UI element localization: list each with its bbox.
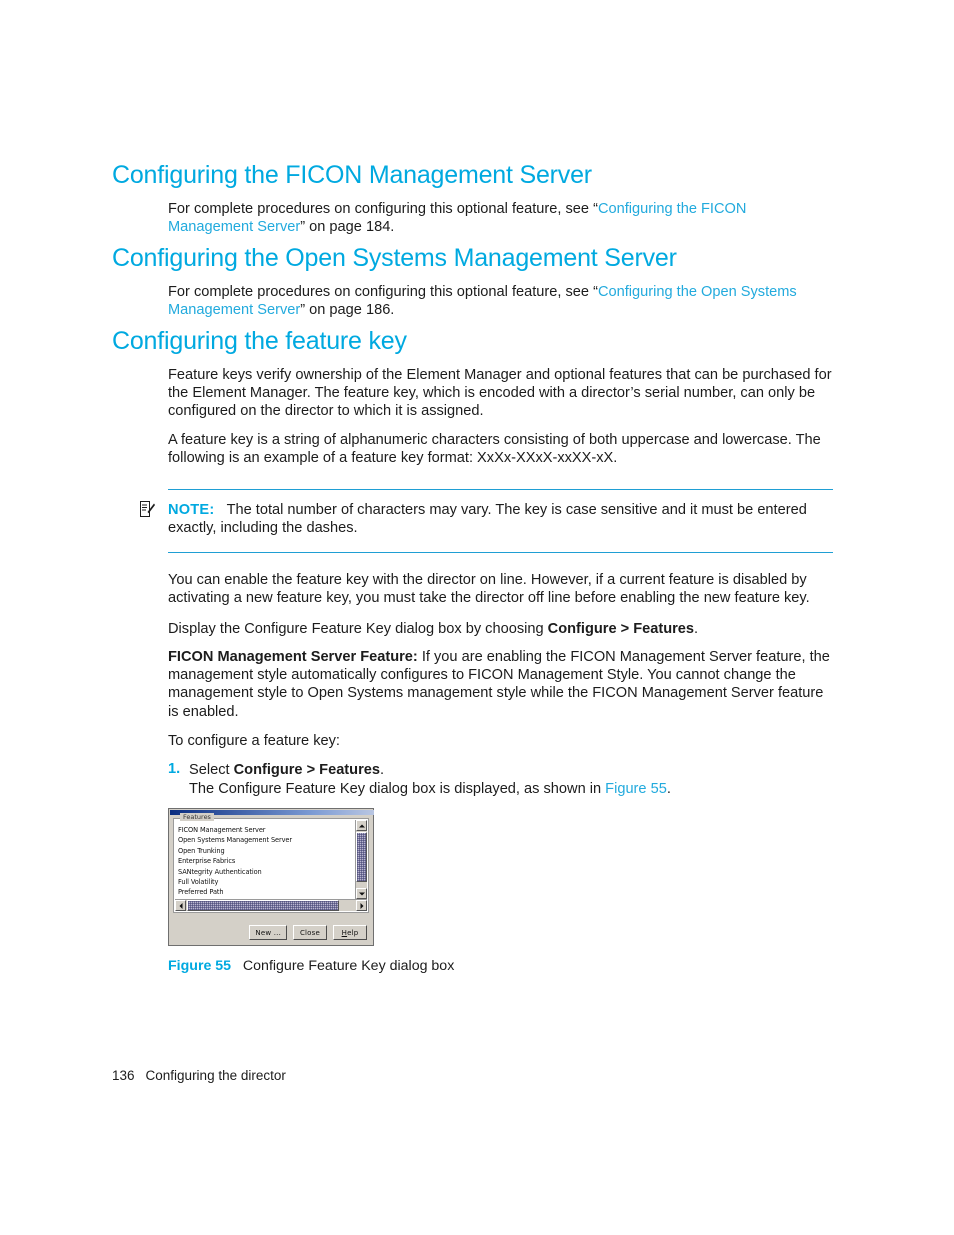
list-item[interactable]: FICON Management Server xyxy=(175,825,354,835)
step-1-menu-path: Configure > Features xyxy=(233,762,380,778)
paragraph-feature-keys-intro: Feature keys verify ownership of the Ele… xyxy=(168,367,832,420)
footer-page-number: 136 xyxy=(112,1068,135,1083)
fms-feature-label: FICON Management Server Feature: xyxy=(168,649,418,665)
note-rule-top xyxy=(168,489,833,490)
help-button-rest: elp xyxy=(347,928,359,937)
heading-configuring-the-feature-key: Configuring the feature key xyxy=(112,327,407,355)
paragraph-open-pre: For complete procedures on configuring t… xyxy=(168,284,598,300)
step-number-1: 1. xyxy=(168,761,181,777)
list-item[interactable]: Open Systems Management Server xyxy=(175,835,354,845)
help-button[interactable]: Help xyxy=(333,925,367,940)
heading-configuring-open-systems-management-server: Configuring the Open Systems Management … xyxy=(112,244,677,272)
paragraph-ficon-post: ” on page 184. xyxy=(300,219,395,236)
paragraph-fms-feature-note: FICON Management Server Feature: If you … xyxy=(168,648,833,721)
list-item[interactable]: Full Volatility xyxy=(175,877,354,887)
step-1-body: Select Configure > Features. The Configu… xyxy=(189,761,829,799)
figure-number: Figure 55 xyxy=(168,958,232,974)
chevron-up-icon xyxy=(358,824,365,827)
paragraph-display-dialog: Display the Configure Feature Key dialog… xyxy=(168,620,833,638)
paragraph-ficon-pre: For complete procedures on configuring t… xyxy=(168,201,598,217)
display-post: . xyxy=(694,621,699,637)
scroll-down-button[interactable] xyxy=(356,888,367,899)
paragraph-open-systems-reference: For complete procedures on configuring t… xyxy=(168,283,833,319)
paragraph-ficon-reference: For complete procedures on configuring t… xyxy=(168,200,833,236)
list-item[interactable]: SANtegrity Authentication xyxy=(175,867,354,877)
scroll-up-button[interactable] xyxy=(356,820,367,831)
footer-chapter-title: Configuring the director xyxy=(145,1068,286,1083)
step-1-post: . xyxy=(380,762,385,778)
list-item[interactable]: Preferred Path xyxy=(175,887,354,897)
note-text: The total number of characters may vary.… xyxy=(168,502,807,537)
note-label: NOTE: xyxy=(168,502,215,518)
close-button[interactable]: Close xyxy=(293,925,327,940)
scroll-right-button[interactable] xyxy=(356,900,367,911)
display-pre: Display the Configure Feature Key dialog… xyxy=(168,621,548,637)
chevron-right-icon xyxy=(360,902,363,909)
note-rule-bottom xyxy=(168,552,833,553)
paragraph-enable-online: You can enable the feature key with the … xyxy=(168,572,810,607)
step-1-sub-pre: The Configure Feature Key dialog box is … xyxy=(189,781,606,797)
features-group-box: Features FICON Management Server Open Sy… xyxy=(173,813,369,913)
horizontal-scrollbar-thumb[interactable] xyxy=(187,900,339,911)
features-list-horizontal-scrollbar[interactable] xyxy=(175,899,367,911)
dialog-button-bar: New ... Close Help xyxy=(249,925,367,940)
list-item[interactable]: Open Trunking xyxy=(175,846,354,856)
note-pencil-icon xyxy=(140,501,155,517)
chevron-down-icon xyxy=(358,892,365,895)
scroll-left-button[interactable] xyxy=(175,900,186,911)
new-button[interactable]: New ... xyxy=(249,925,287,940)
heading-configuring-ficon-management-server: Configuring the FICON Management Server xyxy=(112,161,592,189)
list-item[interactable]: Enterprise Fabrics xyxy=(175,856,354,866)
paragraph-feature-key-format: A feature key is a string of alphanumeri… xyxy=(168,432,821,467)
step-1-sub-post: . xyxy=(666,781,671,797)
features-list-vertical-scrollbar[interactable] xyxy=(355,820,367,899)
chevron-left-icon xyxy=(179,902,182,909)
menu-path-configure-features: Configure > Features xyxy=(547,621,695,637)
figure-caption-text: Configure Feature Key dialog box xyxy=(242,958,455,974)
vertical-scrollbar-thumb[interactable] xyxy=(356,832,367,882)
step-1-pre: Select xyxy=(189,762,234,778)
configure-feature-key-dialog: Features FICON Management Server Open Sy… xyxy=(168,808,374,946)
figure-caption: Figure 55 Configure Feature Key dialog b… xyxy=(168,958,454,974)
features-group-legend: Features xyxy=(180,813,214,821)
paragraph-to-configure-feature-key: To configure a feature key: xyxy=(168,733,340,749)
note-block: NOTE: The total number of characters may… xyxy=(168,501,833,537)
features-list[interactable]: FICON Management Server Open Systems Man… xyxy=(175,825,354,899)
figure-reference-link[interactable]: Figure 55 xyxy=(605,781,667,797)
paragraph-open-post: ” on page 186. xyxy=(300,302,395,319)
document-page: Configuring the FICON Management Server … xyxy=(0,0,954,1235)
page-footer: 136 Configuring the director xyxy=(112,1068,286,1083)
dialog-content-area: Features FICON Management Server Open Sy… xyxy=(173,813,369,913)
features-group-legend-rule xyxy=(226,818,367,819)
